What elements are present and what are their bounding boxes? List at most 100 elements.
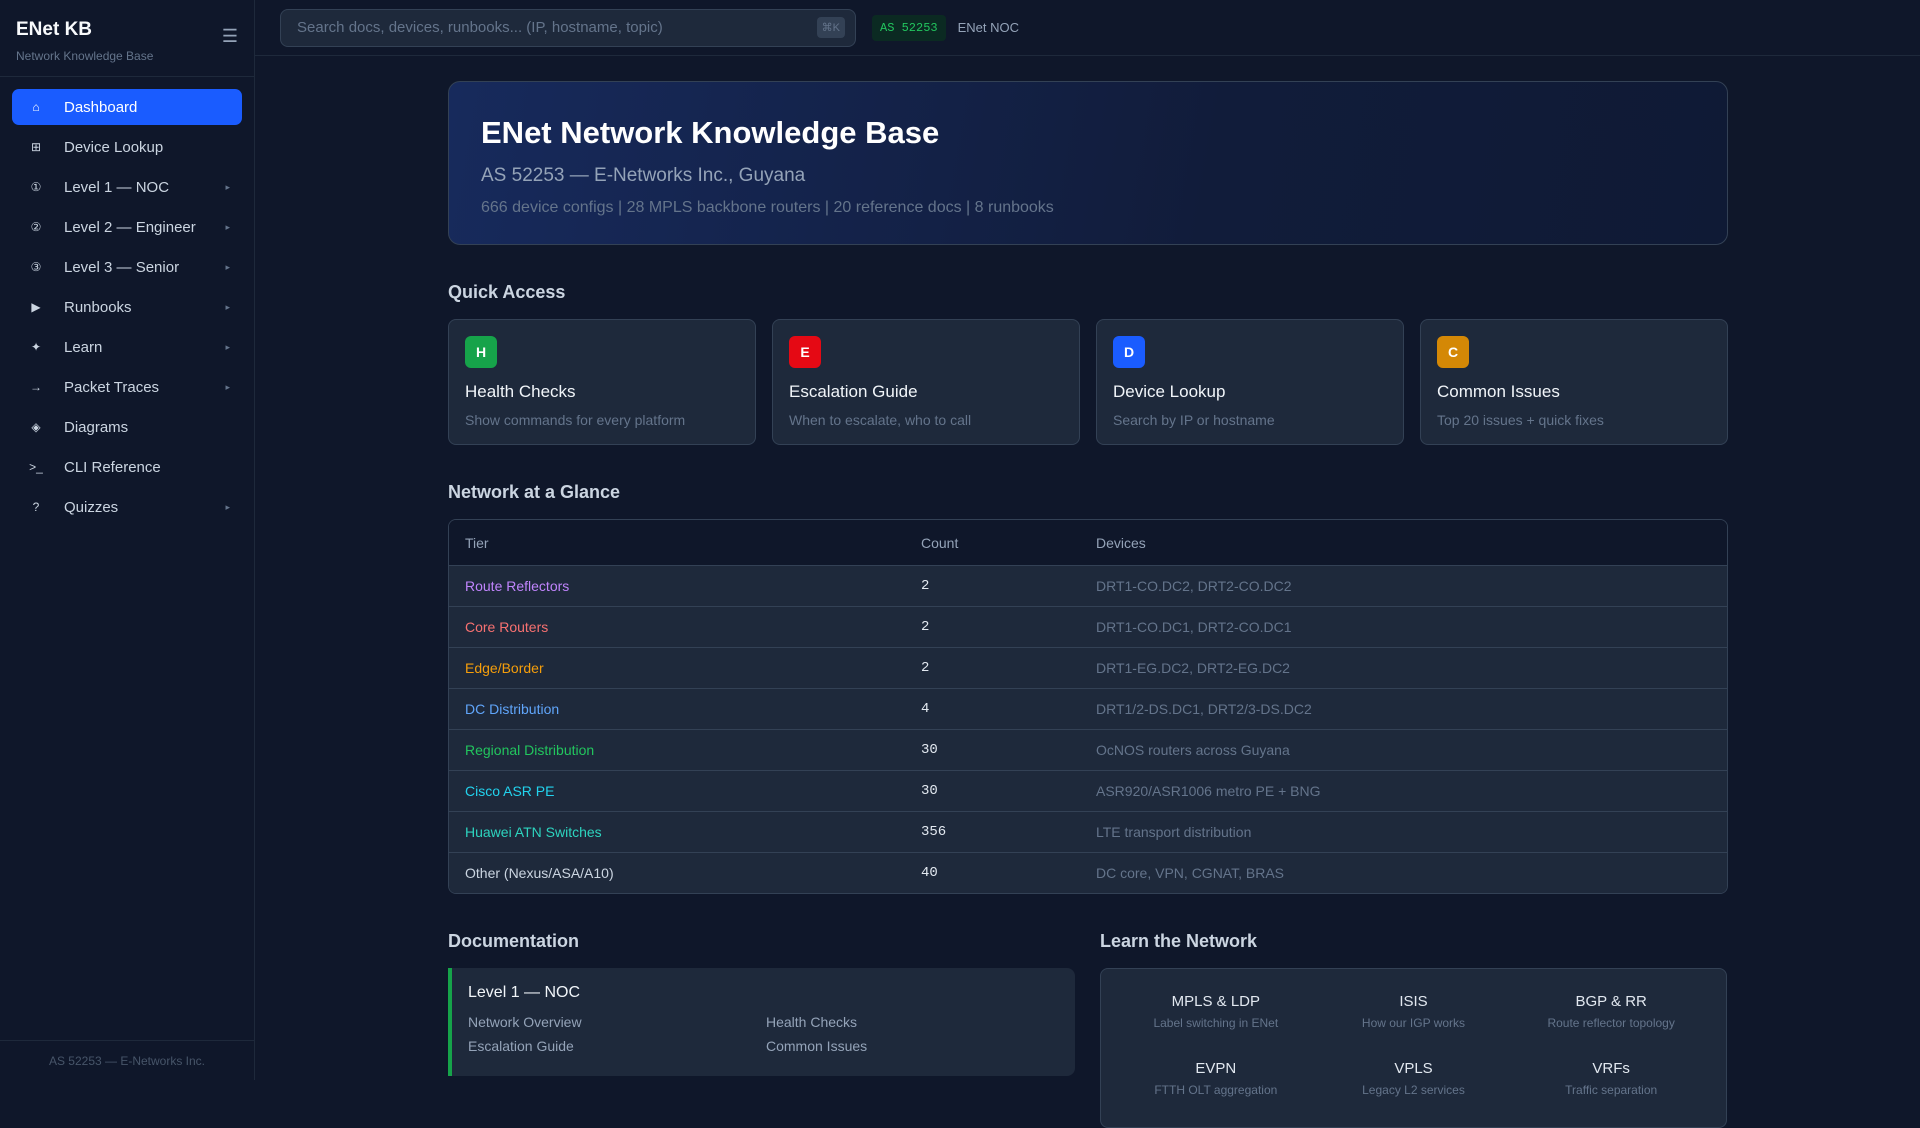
sidebar-item-label: Device Lookup (64, 138, 164, 156)
sidebar-item-device-lookup[interactable]: ⊞ Device Lookup (12, 129, 242, 165)
tier-link[interactable]: Cisco ASR PE (465, 783, 921, 799)
sidebar-item-quizzes[interactable]: ? Quizzes ▸ (12, 489, 242, 525)
chevron-right-icon: ▸ (225, 261, 230, 272)
search-input[interactable] (297, 19, 817, 36)
learn-card: MPLS & LDP Label switching in ENet ISIS … (1100, 968, 1727, 1128)
sidebar-item-cli-reference[interactable]: >_ CLI Reference (12, 449, 242, 485)
search-box[interactable]: ⌘K (280, 8, 856, 47)
topic-description: How our IGP works (1361, 1016, 1466, 1030)
tier-link[interactable]: Other (Nexus/ASA/A10) (465, 865, 921, 881)
sidebar-item-level-1-noc[interactable]: ① Level 1 — NOC ▸ (12, 169, 242, 205)
learn-topic[interactable]: MPLS & LDP Label switching in ENet (1117, 993, 1315, 1036)
hero-subtitle: AS 52253 — E-Networks Inc., Guyana (481, 165, 806, 186)
card-title: Common Issues (1437, 382, 1560, 401)
count-cell: 2 (921, 578, 930, 594)
sidebar-item-learn[interactable]: ✦ Learn ▸ (12, 329, 242, 365)
devices-cell: OcNOS routers across Guyana (1096, 742, 1290, 758)
learn-topic[interactable]: ISIS How our IGP works (1315, 993, 1513, 1036)
table-row: Regional Distribution 30 OcNOS routers a… (449, 729, 1727, 770)
chevron-right-icon: ▸ (225, 181, 230, 192)
learn-topic[interactable]: BGP & RR Route reflector topology (1512, 993, 1710, 1036)
devices-cell: DRT1-EG.DC2, DRT2-EG.DC2 (1096, 660, 1290, 676)
tier-link[interactable]: Core Routers (465, 619, 921, 635)
sidebar-item-label: Level 2 — Engineer (64, 218, 196, 236)
sidebar-item-diagrams[interactable]: ◈ Diagrams (12, 409, 242, 445)
doc-link[interactable]: Escalation Guide (468, 1038, 766, 1054)
table-row: Cisco ASR PE 30 ASR920/ASR1006 metro PE … (449, 770, 1727, 811)
quick-access-heading: Quick Access (448, 282, 566, 302)
topic-title: ISIS (1399, 993, 1428, 1010)
as-badge: AS 52253 (872, 14, 946, 41)
doc-card-level1: Level 1 — NOC Network Overview Health Ch… (448, 968, 1075, 1076)
hamburger-menu-icon[interactable]: ☰ (222, 26, 238, 47)
table-row: Other (Nexus/ASA/A10) 40 DC core, VPN, C… (449, 852, 1727, 893)
sidebar-item-label: Learn (64, 338, 103, 356)
tier-link[interactable]: Route Reflectors (465, 578, 921, 594)
learn-topic[interactable]: VRFs Traffic separation (1512, 1060, 1710, 1103)
sidebar-item-runbooks[interactable]: ▶ Runbooks ▸ (12, 289, 242, 325)
card-description: Search by IP or hostname (1113, 412, 1275, 428)
quick-access-card[interactable]: D Device Lookup Search by IP or hostname (1096, 319, 1404, 445)
glance-heading: Network at a Glance (448, 482, 621, 502)
learn-topic[interactable]: EVPN FTTH OLT aggregation (1117, 1060, 1315, 1103)
packet-traces-icon: → (30, 380, 42, 394)
card-letter-icon: D (1113, 336, 1145, 368)
card-letter-icon: H (465, 336, 497, 368)
tier-link[interactable]: Huawei ATN Switches (465, 824, 921, 840)
quick-access-card[interactable]: C Common Issues Top 20 issues + quick fi… (1420, 319, 1728, 445)
sidebar-item-level-2-engineer[interactable]: ② Level 2 — Engineer ▸ (12, 209, 242, 245)
quick-access-cards: H Health Checks Show commands for every … (448, 319, 1728, 445)
table-row: Route Reflectors 2 DRT1-CO.DC2, DRT2-CO.… (449, 565, 1727, 606)
chevron-right-icon: ▸ (225, 341, 230, 352)
quick-access-card[interactable]: E Escalation Guide When to escalate, who… (772, 319, 1080, 445)
sidebar-item-packet-traces[interactable]: → Packet Traces ▸ (12, 369, 242, 405)
sidebar-nav: ⌂ Dashboard ⊞ Device Lookup ① Level 1 — … (0, 77, 254, 541)
table-header: Tier Count Devices (449, 520, 1727, 565)
brand-title: ENet KB (16, 19, 93, 40)
device-lookup-icon: ⊞ (30, 140, 42, 154)
doc-link[interactable]: Network Overview (468, 1014, 766, 1030)
devices-cell: DRT1/2-DS.DC1, DRT2/3-DS.DC2 (1096, 701, 1312, 717)
chevron-right-icon: ▸ (225, 301, 230, 312)
devices-cell: DRT1-CO.DC2, DRT2-CO.DC2 (1096, 578, 1292, 594)
sidebar-item-label: Diagrams (64, 418, 129, 436)
card-title: Device Lookup (1113, 382, 1226, 401)
doc-card-title[interactable]: Level 1 — NOC (468, 984, 1059, 1002)
topic-description: FTTH OLT aggregation (1154, 1083, 1278, 1097)
learn-icon: ✦ (30, 340, 42, 354)
tier-link[interactable]: Regional Distribution (465, 742, 921, 758)
count-cell: 30 (921, 742, 938, 758)
sidebar: ENet KB Network Knowledge Base ☰ ⌂ Dashb… (0, 0, 255, 1080)
hero-banner: ENet Network Knowledge Base AS 52253 — E… (448, 81, 1728, 245)
learn-heading: Learn the Network (1100, 931, 1258, 951)
doc-link[interactable]: Common Issues (766, 1038, 1059, 1054)
count-cell: 2 (921, 619, 930, 635)
quick-access-card[interactable]: H Health Checks Show commands for every … (448, 319, 756, 445)
topic-description: Label switching in ENet (1153, 1016, 1279, 1030)
page-title: ENet Network Knowledge Base (481, 115, 940, 150)
card-title: Health Checks (465, 382, 576, 401)
card-letter-icon: E (789, 336, 821, 368)
card-description: Show commands for every platform (465, 412, 686, 428)
topic-title: VPLS (1394, 1060, 1433, 1077)
tier-link[interactable]: DC Distribution (465, 701, 921, 717)
sidebar-item-label: Packet Traces (64, 378, 160, 396)
header-count: Count (921, 534, 959, 551)
table-row: Core Routers 2 DRT1-CO.DC1, DRT2-CO.DC1 (449, 606, 1727, 647)
topic-title: MPLS & LDP (1171, 993, 1261, 1010)
topic-description: Route reflector topology (1547, 1016, 1675, 1030)
diagrams-icon: ◈ (31, 420, 41, 434)
sidebar-item-label: Dashboard (64, 98, 138, 116)
sidebar-item-level-3-senior[interactable]: ③ Level 3 — Senior ▸ (12, 249, 242, 285)
doc-link[interactable]: Health Checks (766, 1014, 1059, 1030)
tier-link[interactable]: Edge/Border (465, 660, 921, 676)
table-row: Huawei ATN Switches 356 LTE transport di… (449, 811, 1727, 852)
table-row: DC Distribution 4 DRT1/2-DS.DC1, DRT2/3-… (449, 688, 1727, 729)
quizzes-icon: ? (32, 500, 40, 514)
sidebar-item-dashboard[interactable]: ⌂ Dashboard (12, 89, 242, 125)
card-description: When to escalate, who to call (789, 412, 972, 428)
learn-topic[interactable]: VPLS Legacy L2 services (1315, 1060, 1513, 1103)
documentation-heading: Documentation (448, 931, 580, 951)
count-cell: 30 (921, 783, 938, 799)
card-letter-icon: C (1437, 336, 1469, 368)
